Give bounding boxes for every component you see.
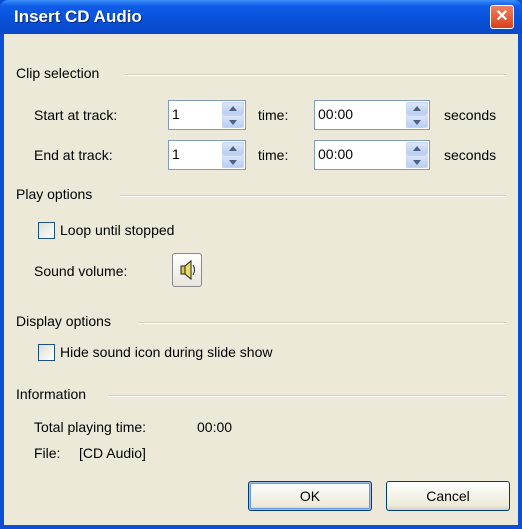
end-track-field[interactable] <box>168 140 246 170</box>
arrow-down-icon <box>229 120 237 125</box>
start-time-label: time: <box>258 107 289 123</box>
start-track-up-button[interactable] <box>222 102 244 115</box>
display-options-heading: Display options <box>16 313 111 329</box>
sound-volume-button[interactable] <box>172 253 202 287</box>
end-track-down-button[interactable] <box>222 155 244 168</box>
sound-volume-label: Sound volume: <box>34 263 128 279</box>
start-time-up-button[interactable] <box>406 102 428 115</box>
start-track-field[interactable] <box>168 100 246 130</box>
start-time-input[interactable] <box>318 106 388 122</box>
loop-label[interactable]: Loop until stopped <box>60 222 174 238</box>
end-time-field[interactable] <box>314 140 430 170</box>
information-divider <box>108 395 506 397</box>
start-seconds-label: seconds <box>444 107 497 123</box>
play-options-divider <box>120 195 506 197</box>
cancel-button[interactable]: Cancel <box>386 481 510 511</box>
arrow-up-icon <box>413 106 421 111</box>
end-time-down-button[interactable] <box>406 155 428 168</box>
file-value: [CD Audio] <box>79 445 146 461</box>
arrow-up-icon <box>413 146 421 151</box>
loop-checkbox[interactable] <box>38 222 55 239</box>
speaker-icon <box>180 259 195 281</box>
end-seconds-label: seconds <box>444 147 497 163</box>
play-options-heading: Play options <box>16 186 93 202</box>
ok-button[interactable]: OK <box>248 481 372 511</box>
start-track-down-button[interactable] <box>222 115 244 128</box>
start-track-label: Start at track: <box>34 107 118 123</box>
dialog-window: Insert CD Audio ✕ Clip selection Start a… <box>0 0 522 529</box>
arrow-up-icon <box>229 106 237 111</box>
display-options-divider <box>138 322 506 324</box>
arrow-down-icon <box>413 160 421 165</box>
end-track-label: End at track: <box>34 147 113 163</box>
close-icon: ✕ <box>495 8 509 25</box>
total-playing-time-value: 00:00 <box>197 419 233 435</box>
end-time-up-button[interactable] <box>406 142 428 155</box>
end-track-up-button[interactable] <box>222 142 244 155</box>
clip-selection-divider <box>124 74 506 76</box>
hide-icon-checkbox[interactable] <box>38 344 55 361</box>
start-track-spinner[interactable] <box>222 102 244 128</box>
clip-selection-heading: Clip selection <box>16 65 100 81</box>
title-bar[interactable]: Insert CD Audio ✕ <box>0 0 522 34</box>
file-label: File: <box>34 445 61 461</box>
arrow-down-icon <box>229 160 237 165</box>
start-time-field[interactable] <box>314 100 430 130</box>
dialog-body: Clip selection Start at track: time: sec… <box>4 34 518 525</box>
total-playing-time-label: Total playing time: <box>34 419 147 435</box>
start-time-down-button[interactable] <box>406 115 428 128</box>
hide-icon-label[interactable]: Hide sound icon during slide show <box>60 344 272 360</box>
arrow-up-icon <box>229 146 237 151</box>
dialog-title: Insert CD Audio <box>14 7 142 26</box>
end-time-input[interactable] <box>318 146 388 162</box>
information-heading: Information <box>16 386 87 402</box>
arrow-down-icon <box>413 120 421 125</box>
end-track-spinner[interactable] <box>222 142 244 168</box>
start-time-spinner[interactable] <box>406 102 428 128</box>
end-time-spinner[interactable] <box>406 142 428 168</box>
close-button[interactable]: ✕ <box>490 5 514 29</box>
end-time-label: time: <box>258 147 289 163</box>
